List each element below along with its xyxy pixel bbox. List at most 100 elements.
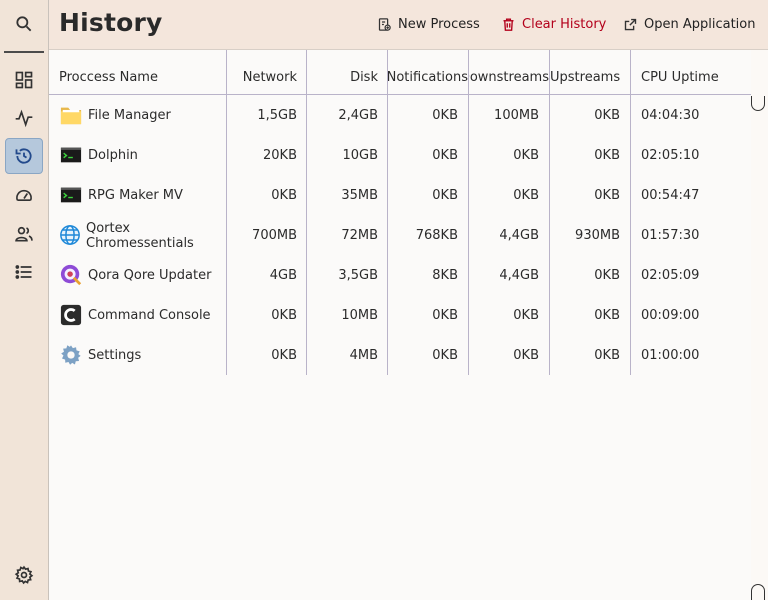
open-application-label: Open Application — [644, 16, 756, 32]
history-icon — [15, 148, 32, 164]
row-0-downstreams: 100MB — [494, 108, 539, 123]
header-divider — [49, 94, 751, 95]
sidebar-item-dashboard[interactable] — [5, 62, 43, 98]
list-icon — [15, 265, 32, 279]
row-6-network: 0KB — [271, 348, 297, 363]
header-bar: History New Process Clear History Open A… — [49, 0, 768, 50]
sidebar-item-history[interactable] — [5, 138, 43, 174]
row-4-disk: 3,5GB — [338, 268, 378, 283]
row-1-downstreams: 0KB — [513, 148, 539, 163]
row-1-disk: 10GB — [342, 148, 378, 163]
new-process-button[interactable]: New Process — [377, 14, 480, 34]
row-3-downstreams: 4,4GB — [499, 228, 539, 243]
row-2-notifications: 0KB — [432, 188, 458, 203]
sidebar — [0, 0, 49, 600]
gear-icon — [14, 565, 34, 585]
sidebar-item-users[interactable] — [5, 216, 43, 252]
column-divider[interactable] — [387, 50, 388, 375]
row-2-name[interactable]: RPG Maker MV — [88, 188, 183, 203]
row-5-upstreams: 0KB — [594, 308, 620, 323]
row-1-uptime: 02:05:10 — [641, 148, 700, 163]
globe-icon — [60, 225, 80, 245]
row-2-upstreams: 0KB — [594, 188, 620, 203]
row-6-notifications: 0KB — [432, 348, 458, 363]
column-divider[interactable] — [306, 50, 307, 375]
row-3-disk: 72MB — [341, 228, 378, 243]
row-0-disk: 2,4GB — [338, 108, 378, 123]
process-history-table — [49, 50, 751, 600]
row-3-notifications: 768KB — [415, 228, 458, 243]
sidebar-item-performance[interactable] — [5, 178, 43, 214]
row-0-name[interactable]: File Manager — [88, 108, 171, 123]
page-title: History — [59, 8, 163, 37]
search-button[interactable] — [5, 6, 43, 42]
row-5-name[interactable]: Command Console — [88, 308, 211, 323]
row-3-name-line1: Qortex — [86, 221, 131, 236]
row-6-upstreams: 0KB — [594, 348, 620, 363]
row-4-downstreams: 4,4GB — [499, 268, 539, 283]
row-4-network: 4GB — [269, 268, 297, 283]
row-4-notifications: 8KB — [432, 268, 458, 283]
row-5-uptime: 00:09:00 — [641, 308, 700, 323]
row-1-network: 20KB — [263, 148, 297, 163]
row-1-notifications: 0KB — [432, 148, 458, 163]
scrollbar-top-cap[interactable] — [751, 96, 765, 111]
column-divider[interactable] — [226, 50, 227, 375]
row-0-upstreams: 0KB — [594, 108, 620, 123]
updater-icon — [60, 264, 82, 286]
row-3-name[interactable]: Qortex Chromessentials — [86, 221, 194, 251]
column-header-cpu-uptime[interactable]: CPU Uptime — [641, 70, 741, 85]
row-3-upstreams: 930MB — [575, 228, 620, 243]
row-0-uptime: 04:04:30 — [641, 108, 700, 123]
open-application-button[interactable]: Open Application — [623, 14, 756, 34]
row-3-uptime: 01:57:30 — [641, 228, 700, 243]
column-header-upstreams[interactable]: Upstreams — [550, 70, 620, 85]
column-divider[interactable] — [468, 50, 469, 375]
scrollbar-bottom-cap[interactable] — [751, 584, 765, 600]
column-header-notifications[interactable]: Notifications — [388, 70, 468, 85]
row-5-disk: 10MB — [341, 308, 378, 323]
sidebar-item-activity[interactable] — [5, 100, 43, 136]
row-4-upstreams: 0KB — [594, 268, 620, 283]
scrollbar-track[interactable] — [751, 50, 768, 600]
terminal-icon — [60, 147, 82, 163]
settings-icon — [61, 345, 81, 365]
row-6-disk: 4MB — [349, 348, 378, 363]
column-header-name[interactable]: Proccess Name — [59, 70, 219, 85]
sidebar-item-settings[interactable] — [5, 557, 43, 593]
users-icon — [15, 226, 33, 242]
trash-icon — [503, 18, 514, 31]
row-5-downstreams: 0KB — [513, 308, 539, 323]
clear-history-button[interactable]: Clear History — [501, 14, 606, 34]
row-4-uptime: 02:05:09 — [641, 268, 700, 283]
row-6-downstreams: 0KB — [513, 348, 539, 363]
row-0-network: 1,5GB — [257, 108, 297, 123]
sidebar-item-details[interactable] — [5, 254, 43, 290]
row-2-downstreams: 0KB — [513, 188, 539, 203]
console-icon — [60, 304, 82, 326]
row-6-uptime: 01:00:00 — [641, 348, 700, 363]
row-1-name[interactable]: Dolphin — [88, 148, 138, 163]
column-header-downstreams[interactable]: Downstreams — [469, 70, 549, 85]
folder-icon — [60, 107, 82, 125]
sidebar-divider — [4, 51, 44, 53]
row-5-notifications: 0KB — [432, 308, 458, 323]
column-header-network[interactable]: Network — [227, 70, 297, 85]
row-2-uptime: 00:54:47 — [641, 188, 700, 203]
column-divider[interactable] — [549, 50, 550, 375]
row-6-name[interactable]: Settings — [88, 348, 141, 363]
dashboard-icon — [15, 71, 33, 89]
column-divider[interactable] — [630, 50, 631, 375]
new-process-icon — [378, 17, 391, 31]
row-3-network: 700MB — [252, 228, 297, 243]
column-header-disk[interactable]: Disk — [307, 70, 378, 85]
external-link-icon — [624, 18, 637, 30]
new-process-label: New Process — [398, 16, 480, 32]
gauge-icon — [16, 189, 32, 201]
row-5-network: 0KB — [271, 308, 297, 323]
row-4-name[interactable]: Qora Qore Updater — [88, 268, 211, 283]
row-2-disk: 35MB — [341, 188, 378, 203]
clear-history-label: Clear History — [522, 16, 607, 32]
row-3-name-line2: Chromessentials — [86, 236, 194, 251]
row-0-notifications: 0KB — [432, 108, 458, 123]
